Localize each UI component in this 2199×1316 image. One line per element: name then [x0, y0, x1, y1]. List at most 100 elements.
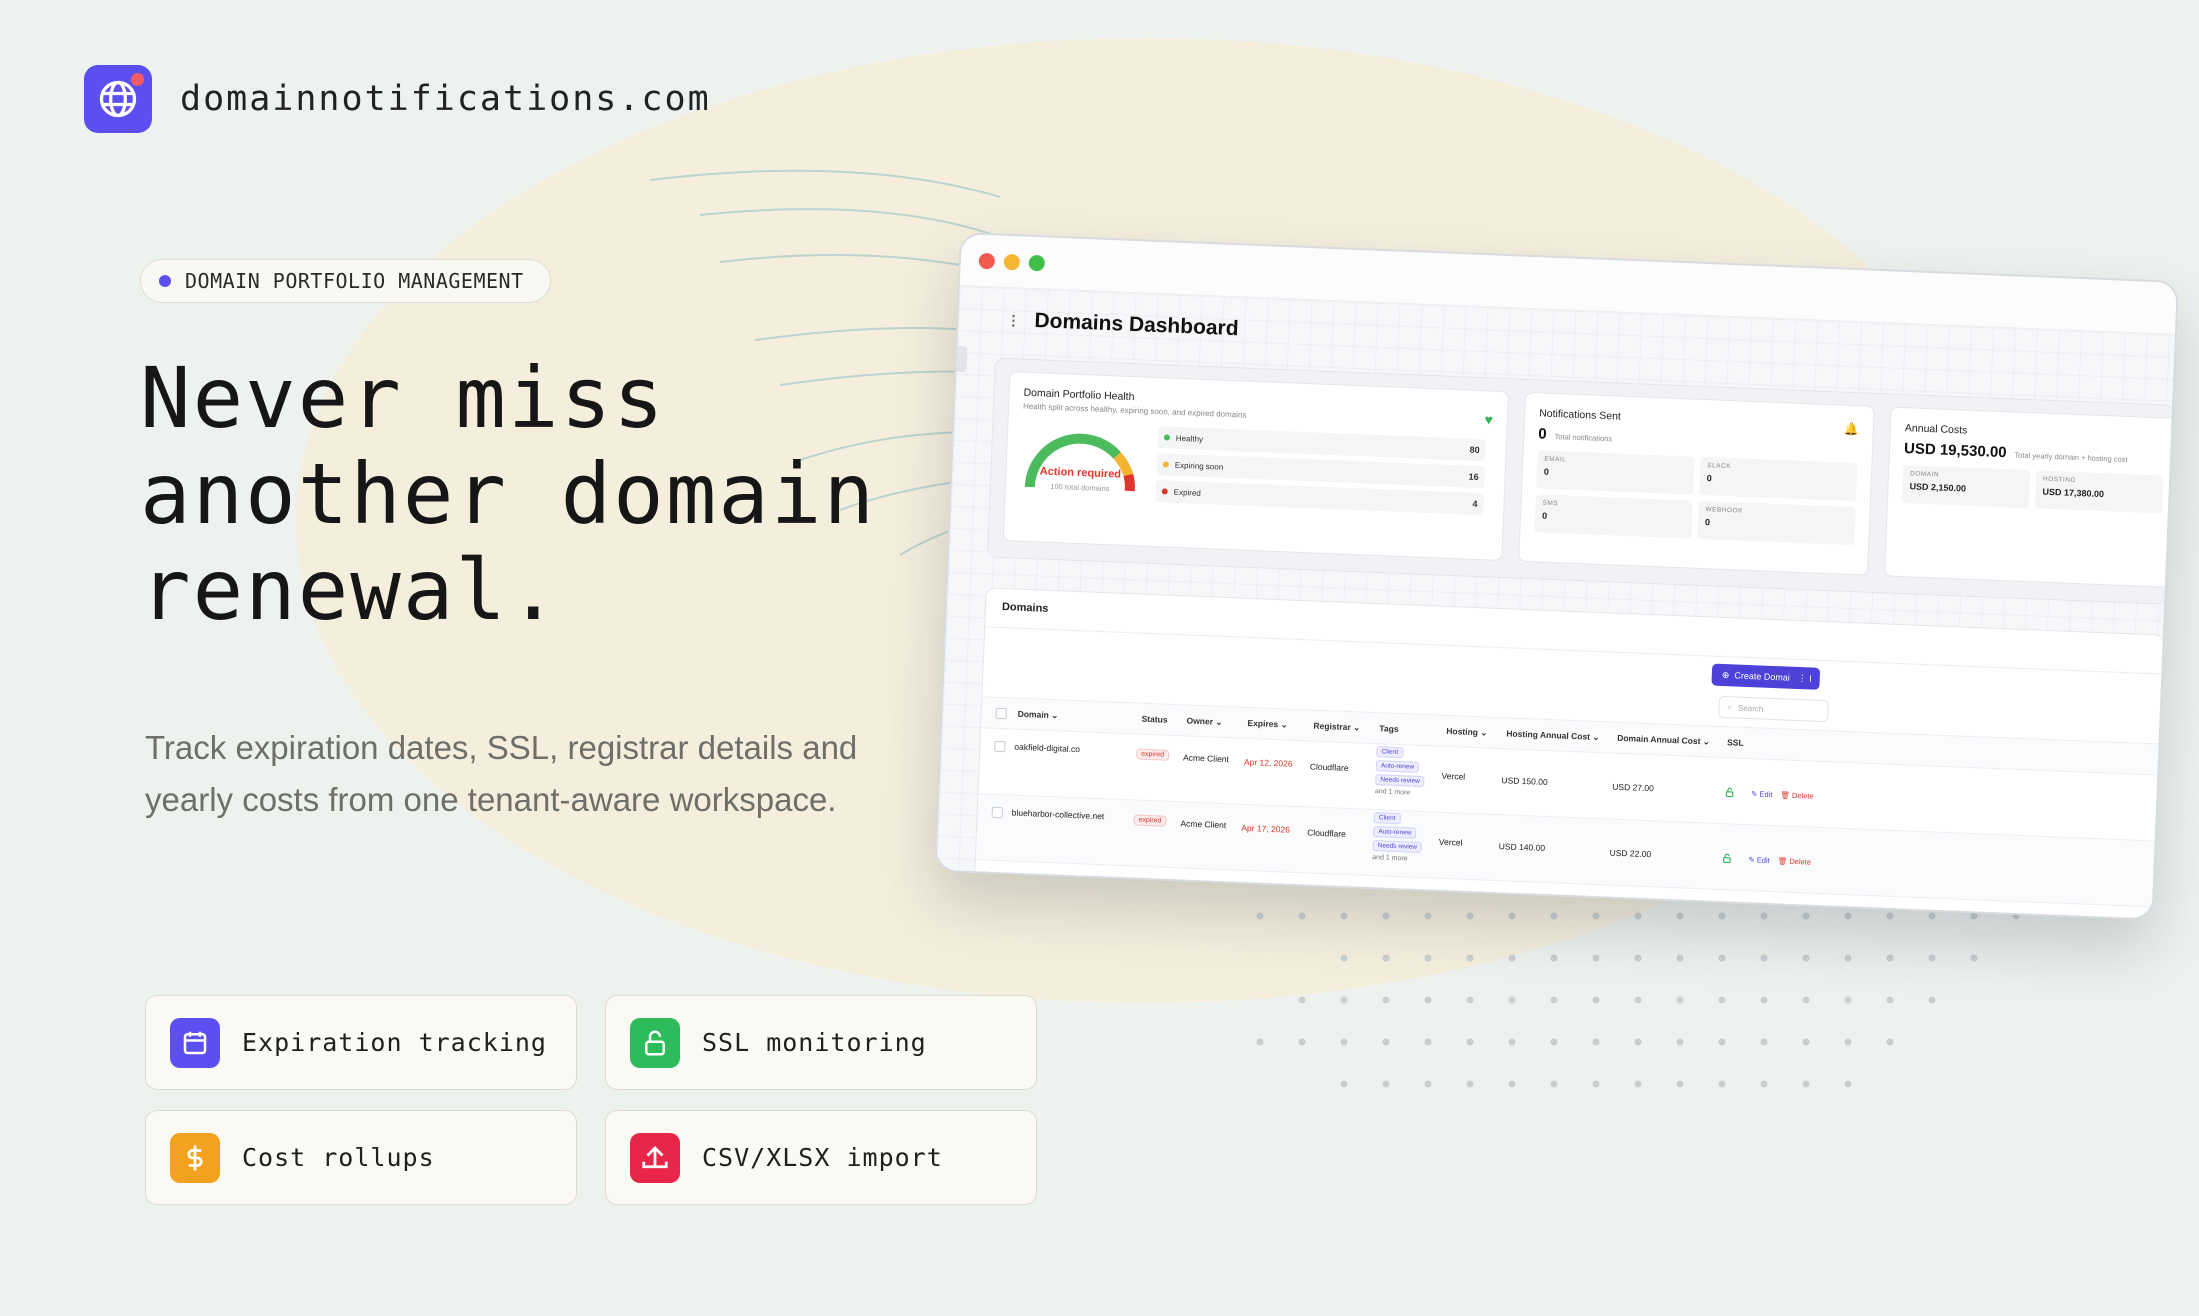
health-row-value: 4 [1472, 498, 1478, 509]
app-window: ⋮ Domains Dashboard Domain Portfolio Hea… [934, 232, 2180, 921]
domains-title: Domains [1001, 600, 1049, 615]
status-dot [1161, 488, 1168, 495]
health-row-label: Healthy [1175, 433, 1204, 444]
tag: Client [1373, 812, 1401, 825]
channel-value: 0 [1541, 510, 1548, 521]
feature-ssl-monitoring: SSL monitoring [605, 995, 1037, 1090]
summary-panel: Domain Portfolio Health Health split acr… [986, 357, 2180, 605]
column-header[interactable]: Registrar ⌄ [1313, 721, 1360, 734]
health-row-value: 16 [1468, 471, 1479, 483]
tag: Auto-renew [1375, 760, 1420, 773]
hosting: Vercel [1441, 770, 1466, 782]
column-header: Status [1141, 713, 1168, 725]
notification-dot [131, 73, 144, 86]
cost-key: HOSTING [2042, 475, 2077, 484]
feature-label: Expiration tracking [242, 1028, 547, 1057]
menu-icon[interactable]: ⋮ [1006, 311, 1021, 329]
feature-label: SSL monitoring [702, 1028, 927, 1057]
select-all-checkbox[interactable] [995, 707, 1007, 720]
cost-value: USD 2,150.00 [1909, 481, 1967, 494]
calendar-icon [170, 1017, 220, 1068]
registrar: Cloudflare [1306, 827, 1347, 839]
health-row-value: 80 [1469, 444, 1480, 456]
delete-button[interactable]: 🗑 Delete [1778, 856, 1812, 866]
column-header: SSL [1726, 737, 1744, 748]
channel-value: 0 [1706, 473, 1712, 484]
column-header[interactable]: Hosting ⌄ [1446, 726, 1487, 739]
brand[interactable]: domainnotifications.com [84, 65, 711, 133]
minimize-window-button[interactable] [1003, 253, 1021, 270]
channel-grid: EMAIL 0 SLACK 0 SMS 0 WEBHOOK 0 [1534, 450, 1858, 546]
row-actions: ✎ Edit 🗑 Delete [1751, 789, 1814, 801]
column-header[interactable]: Domain ⌄ [1017, 709, 1059, 722]
owner: Acme Client [1180, 818, 1227, 831]
brand-name: domainnotifications.com [180, 79, 711, 119]
tags-more[interactable]: and 1 more [1372, 854, 1422, 863]
tag: Needs review [1372, 840, 1423, 854]
health-row-label: Expiring soon [1174, 460, 1224, 472]
row-checkbox[interactable] [994, 740, 1006, 753]
hosting-cost: USD 140.00 [1498, 841, 1546, 853]
domain-cost: USD 22.00 [1609, 847, 1652, 860]
column-header[interactable]: Hosting Annual Cost ⌄ [1506, 728, 1600, 743]
feature-label: CSV/XLSX import [702, 1143, 943, 1172]
headline-line: another domain [140, 445, 877, 543]
column-header: Tags [1379, 723, 1399, 734]
decorative-dot-grid [1256, 912, 2020, 1088]
edit-button[interactable]: ✎ Edit [1751, 789, 1773, 799]
channel-value: 0 [1543, 466, 1550, 477]
costs-caption: Total yearly domain + hosting cost [2014, 450, 2128, 465]
page-title-text: Domains Dashboard [1034, 309, 1240, 341]
headline-line: Never miss [140, 349, 666, 447]
domain-name[interactable]: blueharbor-collective.net [1012, 808, 1105, 822]
domains-panel: Domains ⊕ Create Domain ⋮ I ⌕ Search Dom… [973, 587, 2165, 921]
tag: Auto-renew [1373, 826, 1417, 839]
page-title: ⋮ Domains Dashboard [1006, 308, 1239, 341]
status-badge: expired [1135, 748, 1170, 761]
health-row-label: Expired [1173, 487, 1202, 498]
channel-webhook: WEBHOOK 0 [1697, 500, 1856, 546]
channel-key: SLACK [1707, 462, 1732, 471]
search-input[interactable]: ⌕ Search [1718, 695, 1829, 723]
tags: Client Auto-renew Needs review and 1 mor… [1375, 746, 1426, 797]
costs-total: USD 19,530.00 Total yearly domain + host… [1904, 440, 2164, 467]
headline-line: renewal. [140, 541, 561, 639]
search-placeholder: Search [1737, 703, 1764, 714]
column-header[interactable]: Expires ⌄ [1247, 718, 1288, 731]
more-actions-button[interactable]: ⋮ I [1789, 666, 1821, 690]
maximize-window-button[interactable] [1028, 254, 1046, 271]
domain-cost: USD 27.00 [1612, 781, 1655, 794]
edit-button[interactable]: ✎ Edit [1748, 855, 1770, 865]
hero-subtext: Track expiration dates, SSL, registrar d… [145, 729, 858, 818]
row-checkbox[interactable] [991, 806, 1003, 819]
pill-dot [159, 275, 171, 287]
health-breakdown: Healthy 80 Expiring soon 16 Expired 4 [1155, 426, 1487, 520]
notifications-value: 0 [1538, 425, 1548, 443]
headline: Never miss another domain renewal. [140, 350, 940, 638]
globe-icon [84, 65, 152, 133]
channel-slack: SLACK 0 [1699, 456, 1858, 502]
cost-hosting: HOSTING USD 17,380.00 [2034, 470, 2164, 514]
upload-icon [630, 1132, 680, 1183]
bell-icon: 🔔 [1843, 421, 1860, 437]
column-header[interactable]: Domain Annual Cost ⌄ [1617, 733, 1710, 748]
close-window-button[interactable] [978, 252, 996, 269]
feature-expiration-tracking: Expiration tracking [145, 995, 577, 1090]
eyebrow-pill: DOMAIN PORTFOLIO MANAGEMENT [140, 259, 551, 303]
row-actions: ✎ Edit 🗑 Delete [1748, 855, 1811, 867]
lock-icon [630, 1017, 680, 1068]
sidebar-toggle[interactable] [956, 345, 968, 373]
column-header[interactable]: Owner ⌄ [1186, 715, 1222, 727]
domain-name[interactable]: oakfield-digital.co [1014, 742, 1080, 755]
channel-key: WEBHOOK [1705, 506, 1744, 515]
channel-sms: SMS 0 [1534, 494, 1693, 539]
tags: Client Auto-renew Needs review and 1 mor… [1372, 812, 1423, 863]
channel-value: 0 [1704, 517, 1711, 528]
hosting-cost: USD 150.00 [1501, 775, 1548, 788]
create-domain-label: Create Domain [1734, 670, 1796, 683]
ssl-lock-icon [1725, 787, 1734, 798]
tag: Client [1376, 746, 1404, 759]
cost-key: DOMAIN [1909, 470, 1940, 479]
delete-button[interactable]: 🗑 Delete [1780, 790, 1814, 800]
tags-more[interactable]: and 1 more [1375, 788, 1425, 797]
